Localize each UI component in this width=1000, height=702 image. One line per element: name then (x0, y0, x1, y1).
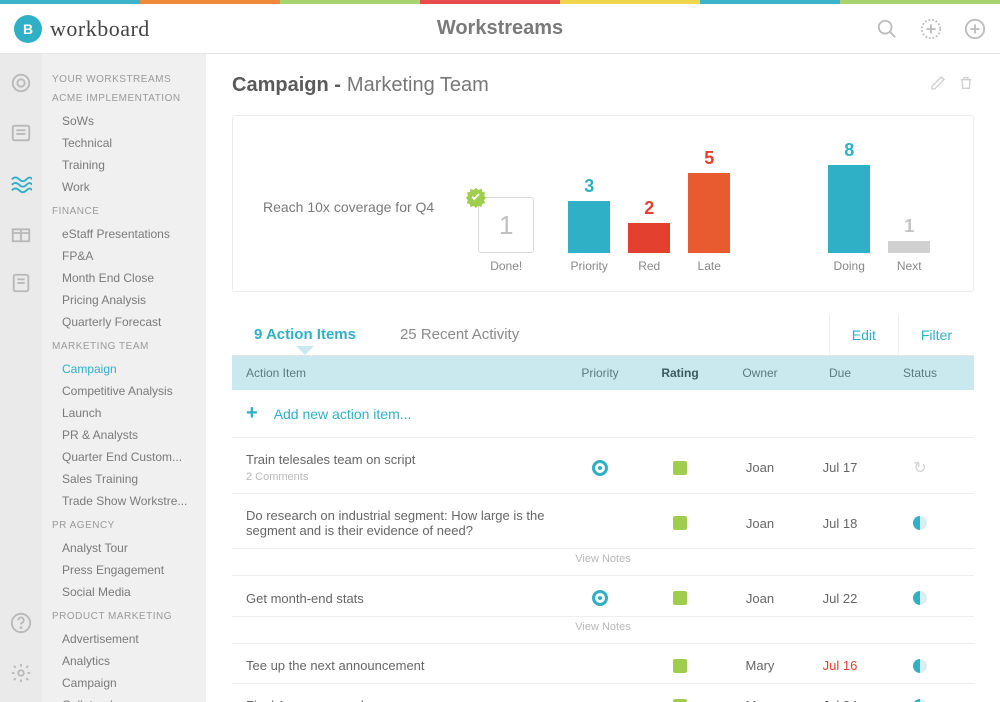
sidebar-item[interactable]: PR & Analysts (52, 424, 206, 446)
table-row[interactable]: Final Acme press releaseMaryJul 24 (232, 684, 974, 702)
page-header-title: Workstreams (437, 17, 563, 40)
table-row[interactable]: Get month-end statsJoanJul 22 (232, 576, 974, 617)
priority-icon (592, 460, 608, 476)
table-row[interactable]: Tee up the next announcementMaryJul 16 (232, 644, 974, 684)
bar-column: 2Red (628, 198, 670, 273)
summary-card: Reach 10x coverage for Q4 1 Done! 3Prior… (232, 115, 974, 292)
th-due[interactable]: Due (800, 366, 880, 380)
sidebar-item[interactable]: SoWs (52, 110, 206, 132)
sidebar-item[interactable]: Quarterly Forecast (52, 311, 206, 333)
tabs: 9 Action Items 25 Recent Activity Edit F… (232, 314, 974, 356)
done-metric: 1 Done! (478, 197, 534, 273)
th-owner[interactable]: Owner (720, 366, 800, 380)
table-header: Action Item Priority Rating Owner Due St… (232, 356, 974, 390)
sidebar-item[interactable]: Sales Training (52, 468, 206, 490)
edit-button[interactable]: Edit (829, 315, 898, 355)
gift-icon[interactable] (10, 222, 32, 244)
add-filter-icon[interactable] (920, 18, 942, 40)
rating-icon (673, 591, 687, 605)
sidebar-item[interactable]: Campaign (52, 358, 206, 380)
done-value: 1 (499, 210, 513, 241)
rating-icon (673, 659, 687, 673)
status-arrow-icon: ↻ (913, 460, 926, 477)
table-row[interactable]: Train telesales team on script2 Comments… (232, 438, 974, 494)
main-content: Campaign - Marketing Team Reach 10x cove… (206, 54, 1000, 702)
sidebar-item[interactable]: FP&A (52, 245, 206, 267)
page-title-rest: Marketing Team (347, 74, 489, 97)
sidebar-group-heading: ACME IMPLEMENTATION (52, 93, 206, 104)
th-rating[interactable]: Rating (640, 366, 720, 380)
sidebar-group-heading: MARKETING TEAM (52, 341, 206, 352)
rating-icon (673, 461, 687, 475)
sidebar-item[interactable]: Campaign (52, 672, 206, 694)
help-icon[interactable] (10, 612, 32, 634)
sidebar-item[interactable]: Social Media (52, 581, 206, 603)
sidebar-item[interactable]: Training (52, 154, 206, 176)
report-icon[interactable] (10, 272, 32, 294)
sidebar-item[interactable]: Work (52, 176, 206, 198)
status-chart: 3Priority 2Red 5Late (568, 148, 730, 273)
status-half-icon (913, 699, 927, 702)
rating-icon (673, 516, 687, 530)
workstream-icon[interactable] (10, 172, 32, 194)
plus-icon: + (246, 402, 258, 425)
sidebar-item[interactable]: Collaterals (52, 694, 206, 702)
add-action-item-label: Add new action item... (274, 406, 412, 422)
edit-icon[interactable] (930, 74, 946, 97)
th-priority[interactable]: Priority (560, 366, 640, 380)
sidebar-item[interactable]: Month End Close (52, 267, 206, 289)
th-status[interactable]: Status (880, 366, 960, 380)
status-half-icon (913, 516, 927, 530)
priority-icon (592, 590, 608, 606)
table-row[interactable]: Do research on industrial segment: How l… (232, 494, 974, 549)
bar-column: 8Doing (828, 140, 870, 273)
rating-icon (673, 699, 687, 702)
gear-icon[interactable] (10, 662, 32, 684)
progress-chart: 8Doing 1Next (828, 140, 930, 273)
logo-icon: B (14, 15, 42, 43)
search-icon[interactable] (876, 18, 898, 40)
icon-rail (0, 54, 42, 702)
view-notes-link[interactable]: View Notes (232, 549, 974, 576)
sidebar-item[interactable]: Quarter End Custom... (52, 446, 206, 468)
sidebar-group-heading: FINANCE (52, 206, 206, 217)
bar-column: 3Priority (568, 176, 610, 273)
goal-text: Reach 10x coverage for Q4 (263, 199, 434, 215)
add-action-item-row[interactable]: + Add new action item... (232, 390, 974, 438)
bar-column: 5Late (688, 148, 730, 273)
target-icon[interactable] (10, 72, 32, 94)
sidebar-item[interactable]: Launch (52, 402, 206, 424)
page-title: Campaign - Marketing Team (232, 74, 974, 97)
filter-button[interactable]: Filter (898, 315, 974, 355)
logo-text: workboard (50, 16, 150, 42)
sidebar-item[interactable]: eStaff Presentations (52, 223, 206, 245)
tab-action-items[interactable]: 9 Action Items (232, 314, 378, 355)
bar-column: 1Next (888, 216, 930, 273)
view-notes-link[interactable]: View Notes (232, 617, 974, 644)
sidebar-item[interactable]: Pricing Analysis (52, 289, 206, 311)
tab-recent-activity[interactable]: 25 Recent Activity (378, 314, 541, 355)
sidebar-item[interactable]: Technical (52, 132, 206, 154)
add-icon[interactable] (964, 18, 986, 40)
sidebar-item[interactable]: Analytics (52, 650, 206, 672)
status-half-icon (913, 591, 927, 605)
sidebar-item[interactable]: Press Engagement (52, 559, 206, 581)
status-half-icon (913, 659, 927, 673)
sidebar-group-heading: PR AGENCY (52, 520, 206, 531)
done-label: Done! (478, 259, 534, 273)
checkmark-icon (465, 186, 487, 208)
th-action-item[interactable]: Action Item (246, 366, 560, 380)
list-icon[interactable] (10, 122, 32, 144)
sidebar-item[interactable]: Trade Show Workstre... (52, 490, 206, 512)
sidebar-group-heading: PRODUCT MARKETING (52, 611, 206, 622)
logo[interactable]: B workboard (14, 15, 150, 43)
sidebar-item[interactable]: Analyst Tour (52, 537, 206, 559)
page-title-bold: Campaign - (232, 74, 341, 97)
sidebar-item[interactable]: Advertisement (52, 628, 206, 650)
sidebar: YOUR WORKSTREAMS ACME IMPLEMENTATION SoWs… (42, 54, 206, 702)
trash-icon[interactable] (958, 74, 974, 97)
sidebar-heading: YOUR WORKSTREAMS (52, 74, 206, 85)
header: B workboard Workstreams (0, 4, 1000, 54)
sidebar-item[interactable]: Competitive Analysis (52, 380, 206, 402)
